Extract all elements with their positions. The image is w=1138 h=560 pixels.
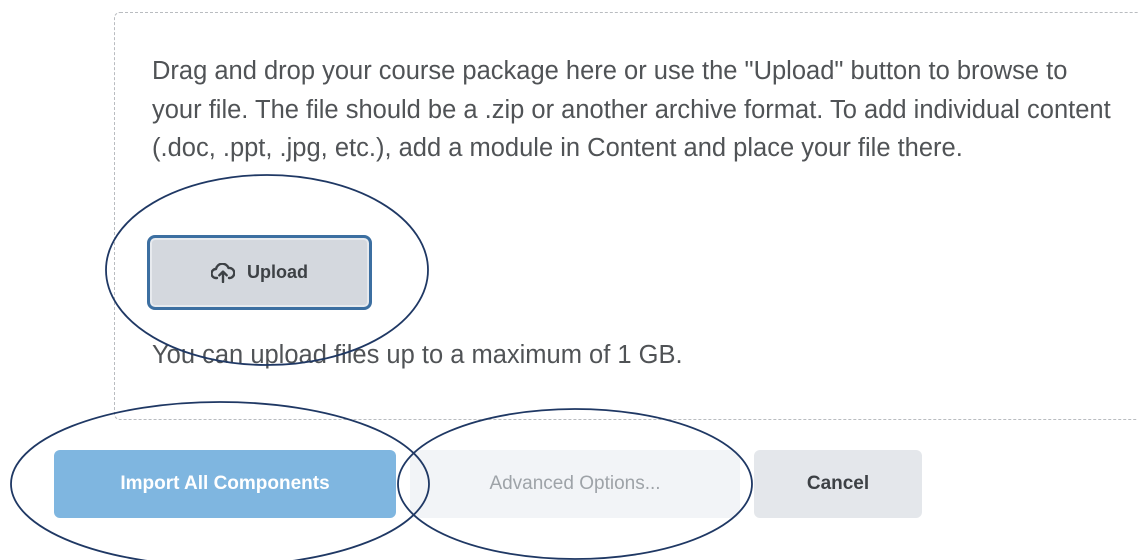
cancel-button[interactable]: Cancel bbox=[754, 450, 922, 518]
upload-button[interactable]: Upload bbox=[147, 235, 372, 310]
upload-button-label: Upload bbox=[247, 262, 308, 282]
upload-limit-text: You can upload files up to a maximum of … bbox=[152, 341, 683, 369]
import-all-components-button[interactable]: Import All Components bbox=[54, 450, 396, 518]
cloud-upload-icon bbox=[211, 262, 235, 283]
advanced-options-button[interactable]: Advanced Options... bbox=[410, 450, 740, 518]
dropzone-instructions: Drag and drop your course package here o… bbox=[152, 57, 1111, 162]
